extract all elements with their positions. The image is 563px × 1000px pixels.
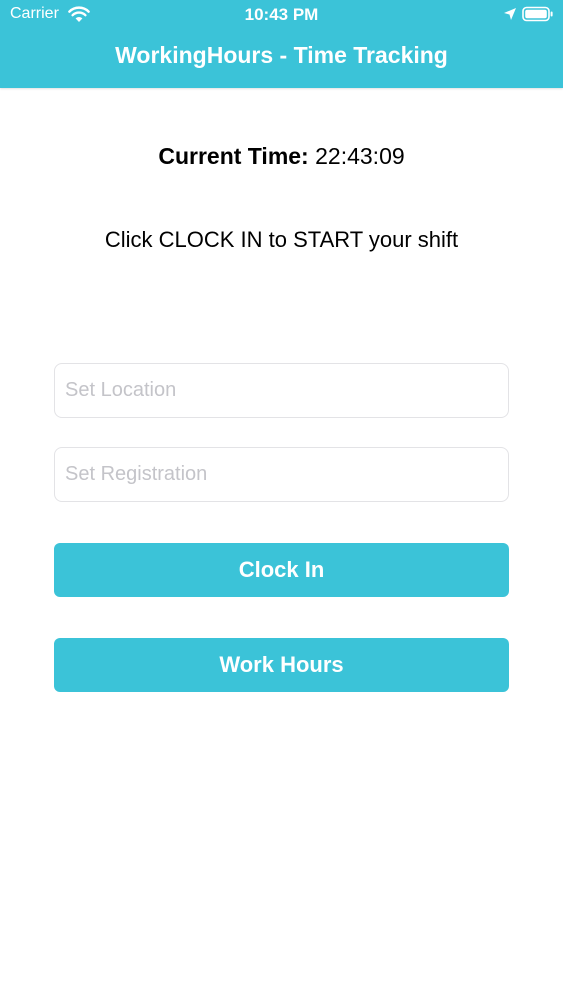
location-arrow-icon (503, 7, 517, 26)
work-hours-button[interactable]: Work Hours (54, 638, 509, 692)
registration-input[interactable] (54, 447, 509, 502)
current-time-label: Current Time: (158, 143, 309, 169)
navigation-bar: Carrier 10:43 PM WorkingHours - Time Tra… (0, 0, 563, 88)
status-bar: Carrier 10:43 PM (0, 0, 563, 30)
location-input[interactable] (54, 363, 509, 418)
status-time: 10:43 PM (244, 5, 319, 24)
battery-icon (522, 6, 554, 27)
current-time-value: 22:43:09 (315, 143, 405, 169)
page-title: WorkingHours - Time Tracking (115, 42, 448, 68)
instruction-text: Click CLOCK IN to START your shift (104, 227, 459, 252)
current-time-display: Current Time: 22:43:09 (0, 143, 563, 170)
clock-in-button[interactable]: Clock In (54, 543, 509, 597)
app-screen: Carrier 10:43 PM WorkingHours - Time Tra… (0, 0, 563, 1000)
